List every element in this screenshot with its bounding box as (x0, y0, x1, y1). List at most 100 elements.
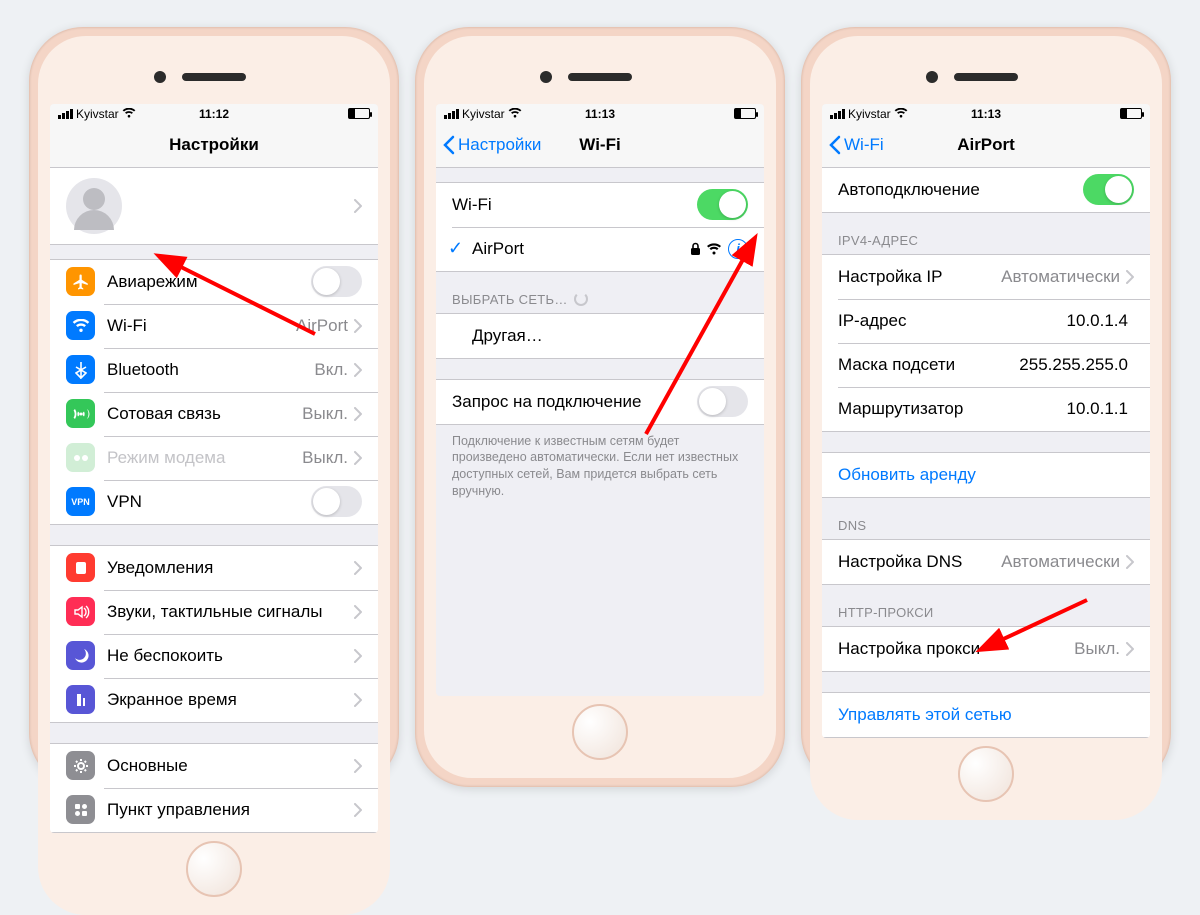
carrier-label: Kyivstar (462, 107, 505, 121)
chevron-right-icon (1126, 555, 1134, 569)
airplane-toggle[interactable] (311, 266, 362, 297)
row-value: 10.0.1.4 (1067, 311, 1128, 331)
page-title: Настройки (169, 135, 259, 155)
row-label: Экранное время (107, 690, 354, 710)
row-router: Маршрутизатор 10.0.1.1 (822, 387, 1150, 431)
home-button[interactable] (572, 704, 628, 760)
status-bar: Kyivstar 11:13 (436, 104, 764, 124)
cellular-icon (66, 399, 95, 428)
status-time: 11:13 (585, 107, 615, 121)
signal-icon (830, 109, 845, 119)
row-vpn[interactable]: VPN VPN (50, 480, 378, 524)
row-value: Выкл. (302, 448, 348, 468)
row-renew-lease[interactable]: Обновить аренду (822, 453, 1150, 497)
carrier-label: Kyivstar (848, 107, 891, 121)
row-sounds[interactable]: Звуки, тактильные сигналы (50, 590, 378, 634)
back-button[interactable]: Настройки (442, 135, 541, 155)
row-ip-address: IP-адрес 10.0.1.4 (822, 299, 1150, 343)
carrier-label: Kyivstar (76, 107, 119, 121)
wifi-toggle[interactable] (697, 189, 748, 220)
vpn-icon: VPN (66, 487, 95, 516)
row-value: Автоматически (1001, 267, 1120, 287)
row-other-network[interactable]: Другая… (436, 314, 764, 358)
row-label: AirPort (472, 239, 690, 259)
status-time: 11:12 (199, 107, 229, 121)
row-autojoin[interactable]: Автоподключение (822, 168, 1150, 212)
row-airplane[interactable]: Авиарежим (50, 260, 378, 304)
footer-note: Подключение к известным сетям будет прои… (436, 425, 764, 501)
row-general[interactable]: Основные (50, 744, 378, 788)
row-wifi[interactable]: Wi-Fi AirPort (50, 304, 378, 348)
signal-icon (444, 109, 459, 119)
phone-wifi: Kyivstar 11:13 Настройки Wi-Fi Wi-Fi ✓ (415, 27, 785, 787)
row-label: Wi-Fi (452, 195, 697, 215)
screen-airport: Kyivstar 11:13 Wi-Fi AirPort Автоподключ… (822, 104, 1150, 738)
battery-icon (734, 108, 756, 119)
chevron-right-icon (354, 649, 362, 663)
wifi-status-icon (508, 107, 522, 121)
sounds-icon (66, 597, 95, 626)
row-screentime[interactable]: Экранное время (50, 678, 378, 722)
gear-icon (66, 751, 95, 780)
chevron-right-icon (354, 451, 362, 465)
control-center-icon (66, 795, 95, 824)
row-manage-network[interactable]: Управлять этой сетью (822, 693, 1150, 737)
row-dnd[interactable]: Не беспокоить (50, 634, 378, 678)
row-ask-to-join[interactable]: Запрос на подключение (436, 380, 764, 424)
status-time: 11:13 (971, 107, 1001, 121)
wifi-strength-icon (706, 243, 722, 255)
row-label: Маршрутизатор (838, 399, 1067, 419)
row-label: Другая… (472, 326, 748, 346)
phone-top-hardware (50, 50, 378, 104)
section-header: ВЫБРАТЬ СЕТЬ… (436, 272, 764, 313)
chevron-right-icon (354, 693, 362, 707)
chevron-right-icon (354, 363, 362, 377)
row-network-current[interactable]: ✓ AirPort i (436, 227, 764, 271)
home-button[interactable] (958, 746, 1014, 802)
row-label: Сотовая связь (107, 404, 302, 424)
row-label: Авиарежим (107, 272, 311, 292)
profile-row[interactable] (50, 168, 378, 245)
home-button[interactable] (186, 841, 242, 897)
row-label: Настройка IP (838, 267, 1001, 287)
avatar-icon (66, 178, 122, 234)
chevron-right-icon (354, 803, 362, 817)
vpn-toggle[interactable] (311, 486, 362, 517)
row-label: Уведомления (107, 558, 354, 578)
autojoin-toggle[interactable] (1083, 174, 1134, 205)
row-label: Запрос на подключение (452, 392, 697, 412)
phone-airport: Kyivstar 11:13 Wi-Fi AirPort Автоподключ… (801, 27, 1171, 787)
wifi-status-icon (894, 107, 908, 121)
screentime-icon (66, 685, 95, 714)
row-cellular[interactable]: Сотовая связь Выкл. (50, 392, 378, 436)
section-header: IPV4-АДРЕС (822, 213, 1150, 254)
chevron-right-icon (354, 605, 362, 619)
info-icon[interactable]: i (728, 239, 748, 259)
row-notifications[interactable]: Уведомления (50, 546, 378, 590)
nav-header: Настройки (50, 124, 378, 168)
row-proxy-config[interactable]: Настройка прокси Выкл. (822, 627, 1150, 671)
back-button[interactable]: Wi-Fi (828, 135, 884, 155)
airplane-icon (66, 267, 95, 296)
back-label: Wi-Fi (844, 135, 884, 155)
spinner-icon (574, 292, 588, 306)
row-wifi-toggle[interactable]: Wi-Fi (436, 183, 764, 227)
row-bluetooth[interactable]: Bluetooth Вкл. (50, 348, 378, 392)
row-hotspot[interactable]: Режим модема Выкл. (50, 436, 378, 480)
hotspot-icon (66, 443, 95, 472)
row-value: AirPort (296, 316, 348, 336)
chevron-right-icon (354, 407, 362, 421)
ask-toggle[interactable] (697, 386, 748, 417)
row-label: Управлять этой сетью (838, 705, 1134, 725)
lock-icon (690, 242, 701, 256)
row-control-center[interactable]: Пункт управления (50, 788, 378, 832)
section-header: HTTP-ПРОКСИ (822, 585, 1150, 626)
row-subnet: Маска подсети 255.255.255.0 (822, 343, 1150, 387)
row-dns-config[interactable]: Настройка DNS Автоматически (822, 540, 1150, 584)
row-ip-config[interactable]: Настройка IP Автоматически (822, 255, 1150, 299)
status-bar: Kyivstar 11:12 (50, 104, 378, 124)
section-header: DNS (822, 498, 1150, 539)
battery-icon (1120, 108, 1142, 119)
phone-top-hardware (436, 50, 764, 104)
chevron-right-icon (1126, 270, 1134, 284)
